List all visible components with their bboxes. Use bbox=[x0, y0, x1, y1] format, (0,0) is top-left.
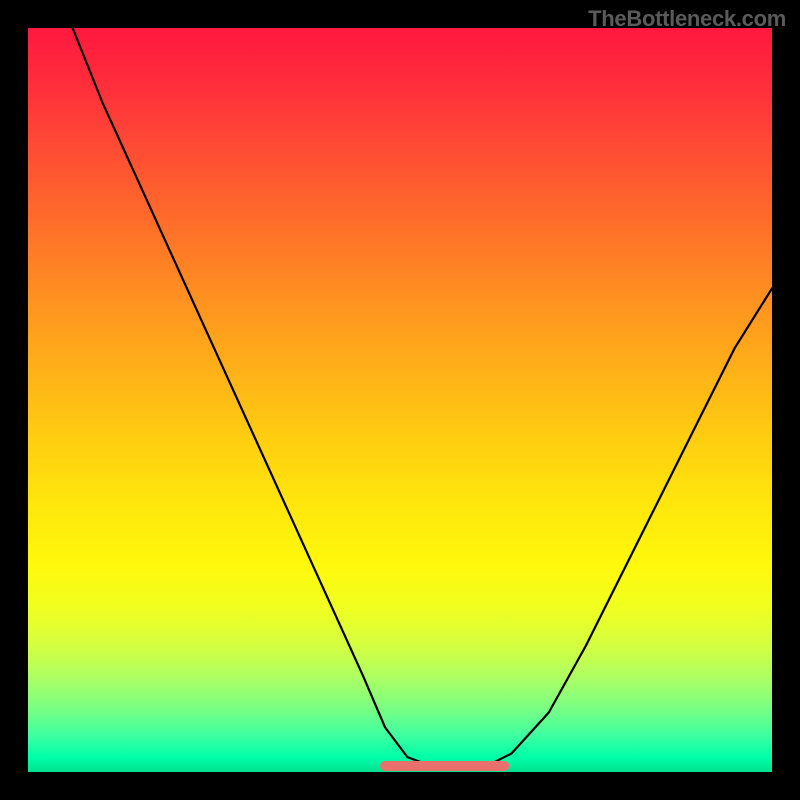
chart-plot-area bbox=[28, 28, 772, 772]
chart-svg bbox=[28, 28, 772, 772]
bottleneck-curve-line bbox=[73, 28, 772, 768]
